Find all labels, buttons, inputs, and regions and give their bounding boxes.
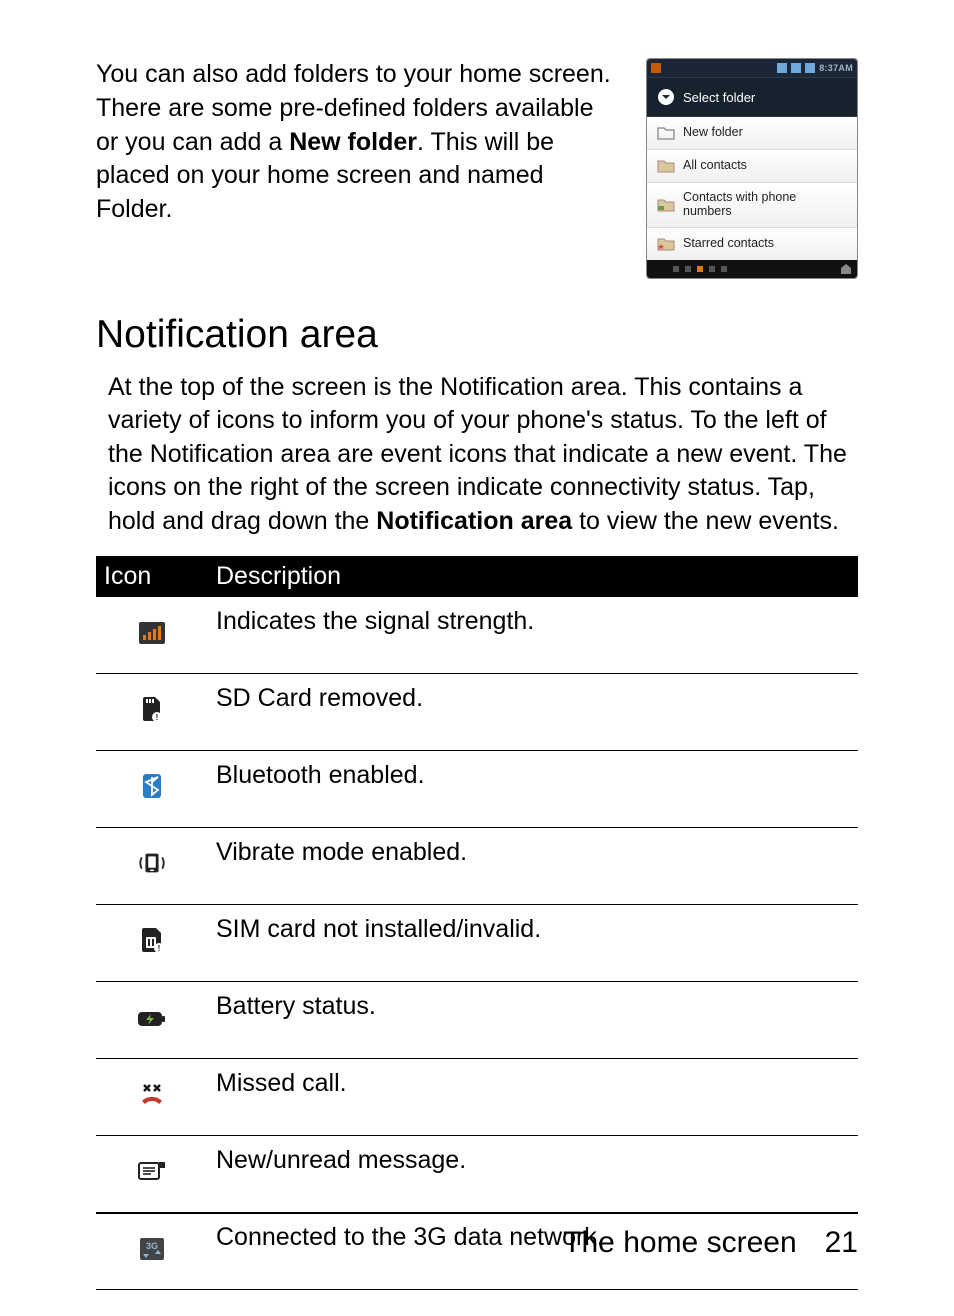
row-desc: SIM card not installed/invalid. xyxy=(208,905,858,982)
row-desc: Indicates the signal strength. xyxy=(208,597,858,674)
nav-dot xyxy=(709,266,715,272)
table-row: Battery status. xyxy=(96,982,858,1059)
nav-dot xyxy=(685,266,691,272)
table-row: ! SIM card not installed/invalid. xyxy=(96,905,858,982)
mock-item-label: All contacts xyxy=(683,159,747,173)
mock-item-label: Contacts with phone numbers xyxy=(683,191,847,219)
home-icon xyxy=(839,262,853,276)
mock-item-label: New folder xyxy=(683,126,743,140)
row-desc: Battery status. xyxy=(208,982,858,1059)
row-desc: Bluetooth enabled. xyxy=(208,751,858,828)
folder-icon xyxy=(657,197,675,213)
intro-paragraph: You can also add folders to your home sc… xyxy=(96,58,620,279)
mock-item: All contacts xyxy=(647,149,857,182)
table-row: Indicates the signal strength. xyxy=(96,597,858,674)
svg-text:!: ! xyxy=(156,713,159,722)
table-row: Vibrate mode enabled. xyxy=(96,828,858,905)
icon-table: Icon Description Indicates the signal st… xyxy=(96,556,858,1290)
folder-icon xyxy=(657,125,675,141)
table-row: New/unread message. xyxy=(96,1136,858,1213)
status-signal-icon xyxy=(805,63,815,73)
th-icon: Icon xyxy=(96,556,208,597)
sim-invalid-icon: ! xyxy=(137,925,167,955)
bluetooth-icon xyxy=(137,771,167,801)
table-row: ! SD Card removed. xyxy=(96,674,858,751)
intro-bold: New folder xyxy=(289,128,417,156)
mock-header-label: Select folder xyxy=(683,90,755,105)
folder-mockup: 8:37AM Select folder New folder All cont… xyxy=(646,58,858,279)
dropdown-icon xyxy=(657,88,675,106)
th-desc: Description xyxy=(208,556,858,597)
status-network-icon xyxy=(777,63,787,73)
status-notif-icon xyxy=(651,63,661,73)
status-battery-icon xyxy=(791,63,801,73)
row-desc: SD Card removed. xyxy=(208,674,858,751)
mock-item-label: Starred contacts xyxy=(683,237,774,251)
document-page: You can also add folders to your home sc… xyxy=(0,0,954,1316)
folder-icon xyxy=(657,236,675,252)
row-desc: Missed call. xyxy=(208,1059,858,1136)
table-row: Missed call. xyxy=(96,1059,858,1136)
section-body: At the top of the screen is the Notifica… xyxy=(96,371,858,539)
footer-title: The home screen xyxy=(563,1226,796,1260)
mock-item: New folder xyxy=(647,117,857,149)
section-heading: Notification area xyxy=(96,313,858,357)
mock-item: Starred contacts xyxy=(647,227,857,260)
row-desc: Vibrate mode enabled. xyxy=(208,828,858,905)
status-time: 8:37AM xyxy=(819,63,853,73)
table-row: Bluetooth enabled. xyxy=(96,751,858,828)
svg-text:!: ! xyxy=(158,944,161,953)
nav-dot xyxy=(673,266,679,272)
footer-page-number: 21 xyxy=(825,1226,858,1260)
table-header-row: Icon Description xyxy=(96,556,858,597)
signal-strength-icon xyxy=(137,618,167,648)
folder-icon xyxy=(657,158,675,174)
mock-list: New folder All contacts Contacts with ph… xyxy=(647,117,857,260)
mock-status-bar: 8:37AM xyxy=(647,59,857,77)
intro-row: You can also add folders to your home sc… xyxy=(96,58,858,279)
row-desc: New/unread message. xyxy=(208,1136,858,1213)
mock-item: Contacts with phone numbers xyxy=(647,182,857,227)
vibrate-icon xyxy=(137,848,167,878)
mock-header: Select folder xyxy=(647,77,857,117)
nav-dot xyxy=(721,266,727,272)
mock-nav-bar xyxy=(647,260,857,278)
sd-card-removed-icon: ! xyxy=(137,694,167,724)
battery-icon xyxy=(137,1004,167,1034)
new-message-icon xyxy=(137,1157,167,1187)
page-footer: The home screen 21 xyxy=(96,1212,858,1260)
missed-call-icon xyxy=(137,1080,167,1110)
nav-dot-active xyxy=(697,266,703,272)
body-bold: Notification area xyxy=(376,507,572,535)
body-p2: to view the new events. xyxy=(572,507,839,535)
